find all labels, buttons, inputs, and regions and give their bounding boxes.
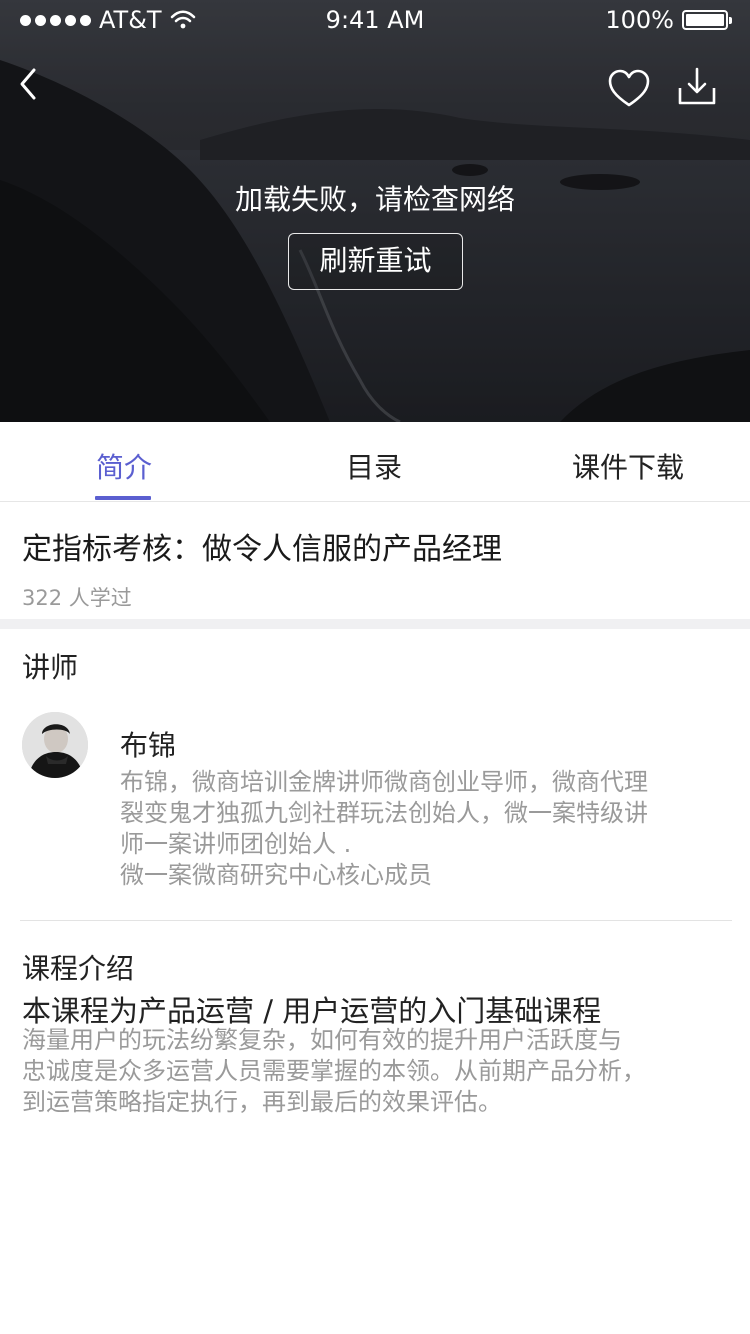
intro-body-line: 忠诚度是众多运营人员需要掌握的本领。从前期产品分析， xyxy=(22,1057,646,1085)
teacher-bio: 布锦，微商培训金牌讲师微商创业导师，微商代理 裂变鬼才独孤九剑社群玩法创始人，微… xyxy=(120,767,710,891)
teacher-name: 布锦 xyxy=(120,729,177,762)
teacher-bio-line: 微一案微商研究中心核心成员 xyxy=(120,861,432,889)
tab-catalog[interactable]: 目录 xyxy=(346,446,402,486)
battery-icon xyxy=(682,10,732,30)
intro-section-heading: 课程介绍 xyxy=(22,952,135,985)
teacher-portrait-image xyxy=(22,712,88,778)
chevron-left-icon xyxy=(20,68,36,100)
load-error-message: 加载失败，请检查网络 xyxy=(234,183,515,216)
intro-subtitle: 本课程为产品运营 / 用户运营的入门基础课程 xyxy=(22,994,602,1028)
teacher-section-heading: 讲师 xyxy=(22,651,79,684)
download-button[interactable] xyxy=(676,66,718,108)
learner-count: 322 人学过 xyxy=(22,586,132,610)
retry-button[interactable]: 刷新重试 xyxy=(288,233,463,290)
intro-body-line: 海量用户的玩法纷繁复杂，如何有效的提升用户活跃度与 xyxy=(22,1026,622,1054)
teacher-bio-line: 裂变鬼才独孤九剑社群玩法创始人，微一案特级讲 xyxy=(120,799,648,827)
heart-icon xyxy=(608,69,650,107)
back-button[interactable] xyxy=(14,62,54,106)
favorite-button[interactable] xyxy=(606,68,652,110)
tab-courseware-download[interactable]: 课件下载 xyxy=(572,446,684,486)
status-bar: AT&T 9:41 AM 100% xyxy=(0,0,750,40)
intro-body: 海量用户的玩法纷繁复杂，如何有效的提升用户活跃度与 忠诚度是众多运营人员需要掌握… xyxy=(22,1025,722,1118)
teacher-bio-line: 师一案讲师团创始人 . xyxy=(120,830,352,858)
battery-percent: 100% xyxy=(605,6,674,34)
tab-intro[interactable]: 简介 xyxy=(96,446,152,486)
teacher-bio-line: 布锦，微商培训金牌讲师微商创业导师，微商代理 xyxy=(120,768,648,796)
divider xyxy=(20,920,732,921)
download-icon xyxy=(678,67,716,105)
intro-body-line: 到运营策略指定执行，再到最后的效果评估。 xyxy=(22,1088,502,1116)
active-tab-indicator xyxy=(95,496,151,500)
section-separator xyxy=(0,619,750,629)
teacher-avatar[interactable] xyxy=(22,712,88,778)
course-title: 定指标考核：做令人信服的产品经理 xyxy=(22,532,502,567)
status-right: 100% xyxy=(605,6,732,34)
tab-bar: 简介 目录 课件下载 xyxy=(0,422,750,502)
